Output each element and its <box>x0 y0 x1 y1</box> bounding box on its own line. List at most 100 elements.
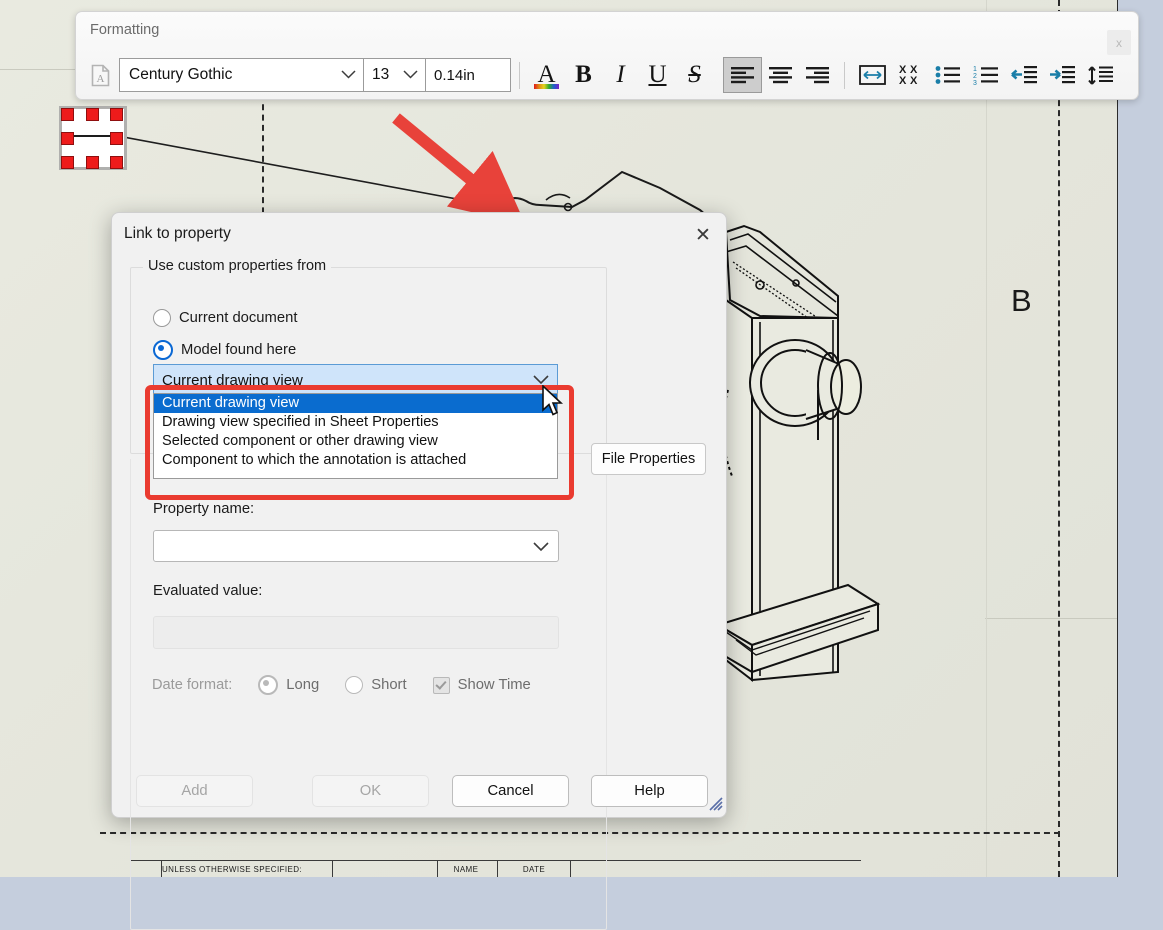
title-block-col-name: NAME <box>435 861 498 877</box>
toolbar-title: Formatting <box>90 22 160 38</box>
radio-label: Current document <box>179 310 298 326</box>
sheet-border <box>1101 0 1118 877</box>
italic-button[interactable]: I <box>602 58 639 92</box>
canvas-guide-line <box>986 0 987 877</box>
decrease-indent-button[interactable] <box>1005 58 1043 92</box>
help-button[interactable]: Help <box>591 775 708 807</box>
property-name-combobox[interactable] <box>153 530 559 562</box>
model-source-value: Current drawing view <box>162 371 303 389</box>
radio-model-found-here[interactable]: Model found here <box>153 340 296 360</box>
checkbox-label: Show Time <box>457 677 531 693</box>
title-block-cell-blank-2 <box>330 861 438 877</box>
title-block-note: UNLESS OTHERWISE SPECIFIED: <box>159 861 333 877</box>
resize-handle-nw[interactable] <box>61 108 74 121</box>
increase-indent-button[interactable] <box>1043 58 1081 92</box>
toolbar-separator <box>519 61 520 89</box>
checkbox-show-time[interactable]: Show Time <box>432 676 531 694</box>
radio-date-long[interactable]: Long <box>258 675 319 695</box>
align-right-button[interactable] <box>799 58 836 92</box>
listbox-option[interactable]: Selected component or other drawing view <box>154 432 557 451</box>
svg-text:X: X <box>899 75 907 86</box>
bullet-list-button[interactable] <box>929 58 967 92</box>
property-name-label: Property name: <box>153 501 255 517</box>
radio-label: Model found here <box>181 342 297 358</box>
font-size-value: 13 <box>372 66 390 83</box>
radio-date-short[interactable]: Short <box>345 676 407 694</box>
align-center-button[interactable] <box>762 58 799 92</box>
underline-button[interactable]: U <box>639 58 676 92</box>
zone-letter-b: B <box>1011 283 1032 318</box>
date-format-label: Date format: <box>152 677 233 693</box>
title-block-col-date: DATE <box>498 861 571 877</box>
svg-text:3: 3 <box>973 80 977 85</box>
formatting-toolbar: Formatting x A Century Gothic 13 0.14in … <box>75 11 1139 100</box>
dialog-title: Link to property <box>124 225 231 242</box>
svg-text:A: A <box>96 73 104 85</box>
file-properties-button[interactable]: File Properties <box>591 443 706 475</box>
listbox-option[interactable]: Component to which the annotation is att… <box>154 451 557 470</box>
document-text-icon[interactable]: A <box>87 61 113 89</box>
add-button[interactable]: Add <box>136 775 253 807</box>
title-block: UNLESS OTHERWISE SPECIFIED: NAME DATE <box>131 860 861 877</box>
stacked-text-button[interactable]: XX XX <box>891 58 929 92</box>
zone-divider-horizontal <box>100 832 1060 834</box>
svg-text:X: X <box>910 75 918 86</box>
title-block-cell-blank-3 <box>571 861 864 877</box>
radio-label: Short <box>371 677 407 693</box>
resize-grip-icon[interactable] <box>708 796 724 812</box>
dialog-titlebar[interactable]: Link to property ✕ <box>112 213 726 255</box>
resize-handle-ne[interactable] <box>110 108 123 121</box>
chevron-down-icon[interactable] <box>341 66 356 84</box>
radio-indicator <box>345 676 364 694</box>
toolbar-controls-row: A Century Gothic 13 0.14in A B I U S X X… <box>87 57 1119 93</box>
resize-handle-w[interactable] <box>61 132 74 145</box>
radio-current-document[interactable]: Current document <box>153 309 297 327</box>
radio-indicator <box>153 309 171 327</box>
model-source-listbox[interactable]: Current drawing view Drawing view specif… <box>153 393 558 479</box>
group-legend: Use custom properties from <box>143 258 332 274</box>
radio-indicator <box>153 340 173 360</box>
svg-text:2: 2 <box>973 73 977 80</box>
resize-handle-se[interactable] <box>110 156 123 169</box>
resize-handle-n[interactable] <box>86 108 99 121</box>
zone-divider-vertical <box>1058 0 1060 877</box>
strikethrough-button[interactable]: S <box>676 58 713 92</box>
listbox-option[interactable]: Current drawing view <box>154 394 557 413</box>
font-controls-group: Century Gothic 13 0.14in <box>119 58 511 92</box>
evaluated-value-label: Evaluated value: <box>153 583 263 599</box>
listbox-option[interactable]: Drawing view specified in Sheet Properti… <box>154 413 557 432</box>
font-size-combobox[interactable]: 13 <box>363 59 425 91</box>
checkbox-indicator <box>432 676 450 694</box>
close-icon[interactable]: x <box>1107 30 1131 55</box>
evaluated-value-field <box>153 616 559 649</box>
svg-text:1: 1 <box>973 66 977 73</box>
close-icon[interactable]: ✕ <box>688 221 718 249</box>
bold-button[interactable]: B <box>565 58 602 92</box>
canvas-guide-line <box>985 618 1118 619</box>
chevron-down-icon[interactable] <box>533 539 549 557</box>
resize-handle-e[interactable] <box>110 132 123 145</box>
numbered-list-button[interactable]: 123 <box>967 58 1005 92</box>
cancel-button[interactable]: Cancel <box>452 775 569 807</box>
ok-button[interactable]: OK <box>312 775 429 807</box>
toolbar-separator <box>844 61 845 89</box>
resize-handle-sw[interactable] <box>61 156 74 169</box>
radio-indicator <box>258 675 279 695</box>
model-source-combobox[interactable]: Current drawing view <box>153 364 558 396</box>
line-spacing-field[interactable]: 0.14in <box>425 59 510 91</box>
annotation-arrow-icon <box>392 113 520 215</box>
title-block-cell-blank <box>131 861 162 877</box>
color-swatch <box>534 84 559 89</box>
font-color-button[interactable]: A <box>528 58 565 92</box>
line-spacing-value: 0.14in <box>434 66 475 84</box>
date-format-row: Date format: Long Short Show Time <box>152 675 557 695</box>
chevron-down-icon[interactable] <box>403 66 418 84</box>
line-spacing-button[interactable] <box>1081 58 1119 92</box>
font-name-combobox[interactable]: Century Gothic <box>120 59 363 91</box>
font-name-value: Century Gothic <box>129 66 233 83</box>
fit-text-button[interactable] <box>853 58 891 92</box>
align-left-button[interactable] <box>723 57 762 93</box>
radio-label: Long <box>286 677 320 693</box>
mouse-cursor-icon <box>542 385 564 416</box>
resize-handle-s[interactable] <box>86 156 99 169</box>
